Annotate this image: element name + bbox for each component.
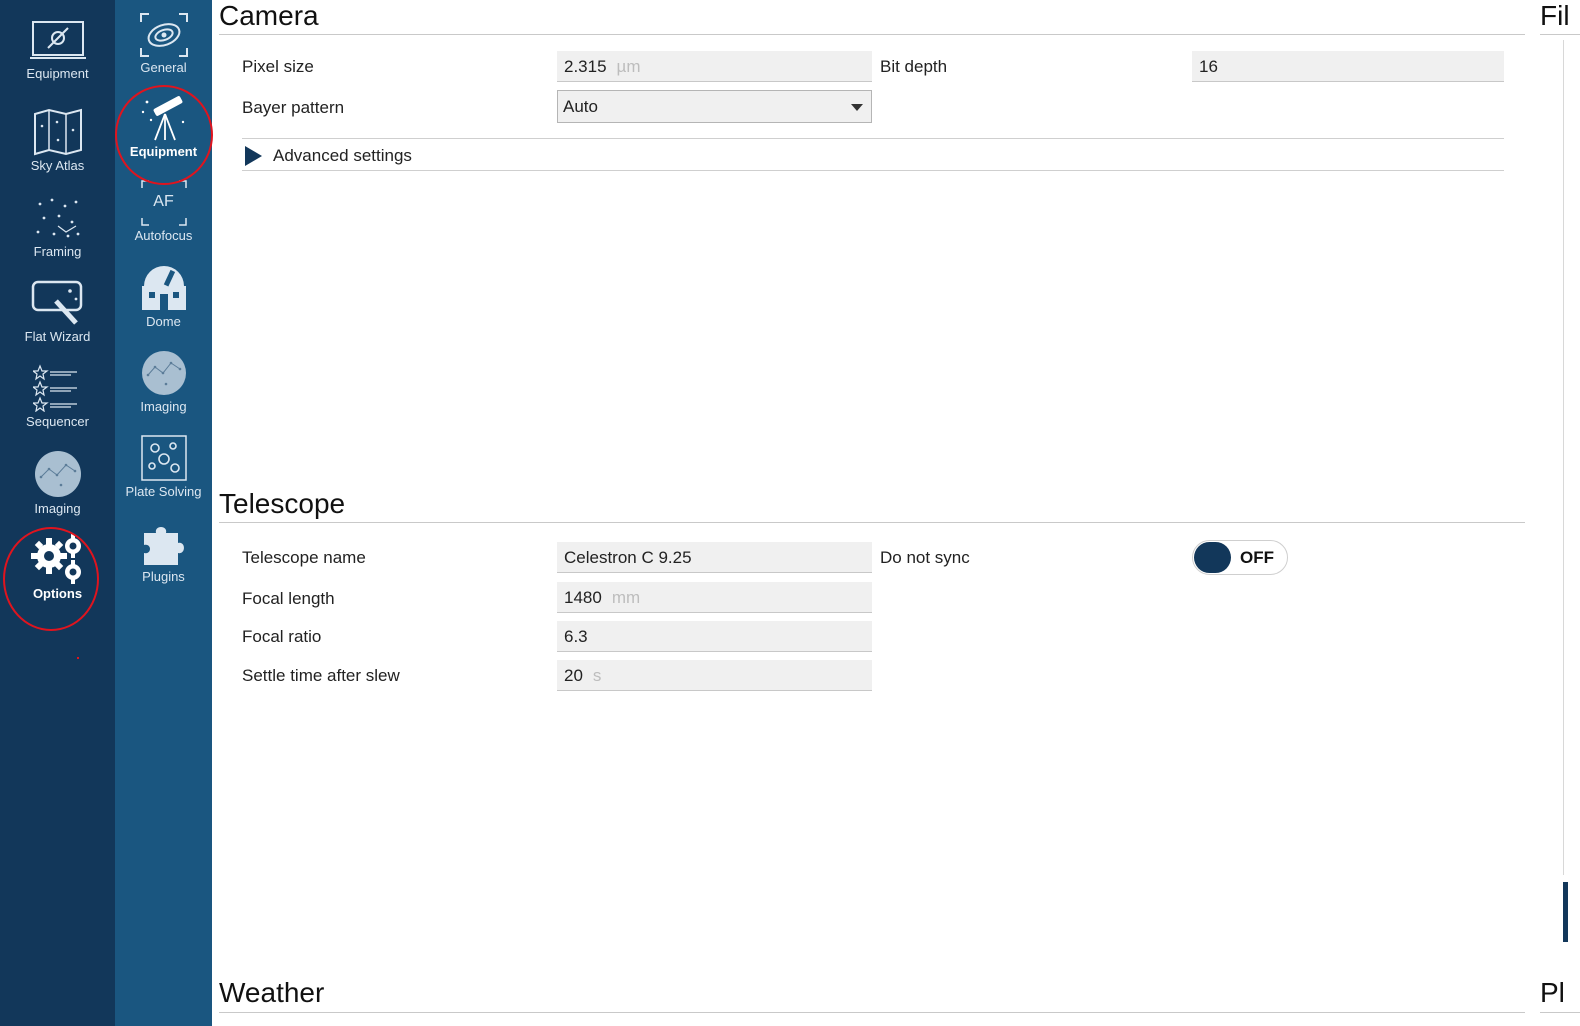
- nav2-plugins[interactable]: Plugins: [115, 519, 212, 603]
- weather-section-title: Weather: [219, 977, 325, 1008]
- telescope-icon: [141, 96, 184, 141]
- nav-sky-atlas-label: Sky Atlas: [30, 158, 85, 173]
- right-panel-bottom-title: Pl: [1540, 977, 1565, 1008]
- toggle-state-text: OFF: [1240, 548, 1274, 567]
- nav2-equipment[interactable]: Equipment: [115, 96, 212, 180]
- nav2-imaging[interactable]: Imaging: [115, 349, 212, 433]
- nav-imaging[interactable]: Imaging: [0, 449, 115, 533]
- focal-ratio-value: 6.3: [564, 627, 588, 646]
- focal-length-unit: mm: [611, 588, 641, 607]
- pixel-size-label: Pixel size: [242, 57, 314, 76]
- nav2-dome[interactable]: Dome: [115, 264, 212, 348]
- nav-equipment-label: Equipment: [26, 66, 89, 81]
- settle-time-value: 20: [564, 666, 583, 685]
- do-not-sync-toggle[interactable]: OFF: [1192, 540, 1288, 575]
- gears-icon: [30, 534, 81, 584]
- app-window: Equipment Sky Atlas Framing Flat Wizard …: [0, 0, 1580, 1026]
- advanced-settings-expander[interactable]: Advanced settings: [242, 138, 1504, 171]
- weather-section-divider: [219, 1012, 1525, 1013]
- telescope-name-field[interactable]: Celestron C 9.25: [557, 542, 872, 573]
- puzzle-icon: [143, 527, 184, 565]
- nav-framing[interactable]: Framing: [0, 194, 115, 278]
- nav-options-label: Options: [32, 586, 83, 601]
- bayer-pattern-value: Auto: [563, 97, 598, 116]
- telescope-name-label: Telescope name: [242, 548, 366, 567]
- do-not-sync-label: Do not sync: [880, 548, 970, 567]
- nav-sequencer[interactable]: Sequencer: [0, 364, 115, 448]
- settle-time-label: Settle time after slew: [242, 666, 400, 685]
- nav2-general-label: General: [140, 60, 187, 75]
- telescope-name-value: Celestron C 9.25: [564, 548, 692, 567]
- settle-time-unit: s: [592, 666, 602, 685]
- nav2-dome-label: Dome: [146, 314, 181, 329]
- nav-sky-atlas[interactable]: Sky Atlas: [0, 108, 115, 192]
- sequencer-icon: [32, 364, 77, 412]
- general-icon: [139, 13, 188, 57]
- annotation-dot: [77, 657, 79, 659]
- toggle-knob: [1194, 542, 1231, 573]
- nav-flat-wizard[interactable]: Flat Wizard: [0, 279, 115, 363]
- equipment-icon: [29, 21, 86, 59]
- nav-equipment[interactable]: Equipment: [0, 18, 115, 102]
- right-panel-top-title: Fil: [1540, 0, 1570, 31]
- telescope-section-title: Telescope: [219, 488, 346, 519]
- nav2-plate-solving[interactable]: Plate Solving: [115, 434, 212, 518]
- pixel-size-field[interactable]: 2.315 µm: [557, 51, 872, 82]
- advanced-settings-label: Advanced settings: [273, 146, 412, 165]
- framing-icon: [36, 198, 79, 238]
- nav2-equipment-label: Equipment: [129, 144, 198, 159]
- nav-sequencer-label: Sequencer: [26, 414, 89, 429]
- primary-sidebar: Equipment Sky Atlas Framing Flat Wizard …: [0, 0, 115, 1026]
- nav2-imaging-label: Imaging: [140, 399, 187, 414]
- focal-length-field[interactable]: 1480 mm: [557, 582, 872, 613]
- camera-section-divider: [219, 34, 1525, 35]
- right-panel-border: [1563, 40, 1564, 875]
- focal-length-value: 1480: [564, 588, 602, 607]
- bayer-pattern-select[interactable]: Auto: [557, 90, 872, 123]
- nav2-general[interactable]: General: [115, 12, 212, 96]
- right-panel-bottom-divider: [1540, 1012, 1580, 1013]
- telescope-section-divider: [219, 522, 1525, 523]
- bit-depth-label: Bit depth: [880, 57, 948, 76]
- plate-solving-icon: [140, 435, 187, 481]
- pixel-size-value: 2.315: [564, 57, 607, 76]
- secondary-sidebar: General Equipment AF Autofocus Dome Imag…: [115, 0, 212, 1026]
- nav-imaging-label: Imaging: [34, 501, 81, 516]
- autofocus-icon: AF: [140, 180, 187, 226]
- nav-options[interactable]: Options: [0, 534, 115, 618]
- flat-wizard-icon: [31, 280, 82, 325]
- nav2-plugins-label: Plugins: [142, 569, 185, 584]
- imaging-icon: [141, 351, 186, 395]
- bayer-pattern-label: Bayer pattern: [242, 98, 345, 117]
- nav2-plate-solving-label: Plate Solving: [125, 484, 202, 499]
- sky-atlas-icon: [33, 108, 82, 156]
- camera-section-title: Camera: [219, 0, 319, 31]
- focal-length-label: Focal length: [242, 589, 335, 608]
- expand-triangle-icon: [245, 146, 262, 166]
- bit-depth-value: 16: [1199, 57, 1218, 76]
- focal-ratio-field[interactable]: 6.3: [557, 621, 872, 652]
- nav2-autofocus-label: Autofocus: [134, 228, 193, 243]
- nav-flat-wizard-label: Flat Wizard: [24, 329, 91, 344]
- right-panel-button[interactable]: [1563, 882, 1568, 942]
- focal-ratio-label: Focal ratio: [242, 627, 322, 646]
- autofocus-icon-text: AF: [153, 193, 174, 210]
- settle-time-field[interactable]: 20 s: [557, 660, 872, 691]
- nav2-autofocus[interactable]: AF Autofocus: [115, 180, 212, 264]
- chevron-down-icon: [851, 104, 863, 111]
- dome-icon: [141, 266, 186, 310]
- right-panel-top-divider: [1540, 34, 1580, 35]
- nav-framing-label: Framing: [33, 244, 82, 259]
- bit-depth-field[interactable]: 16: [1192, 51, 1504, 82]
- pixel-size-unit: µm: [616, 57, 641, 76]
- imaging-icon: [34, 451, 81, 497]
